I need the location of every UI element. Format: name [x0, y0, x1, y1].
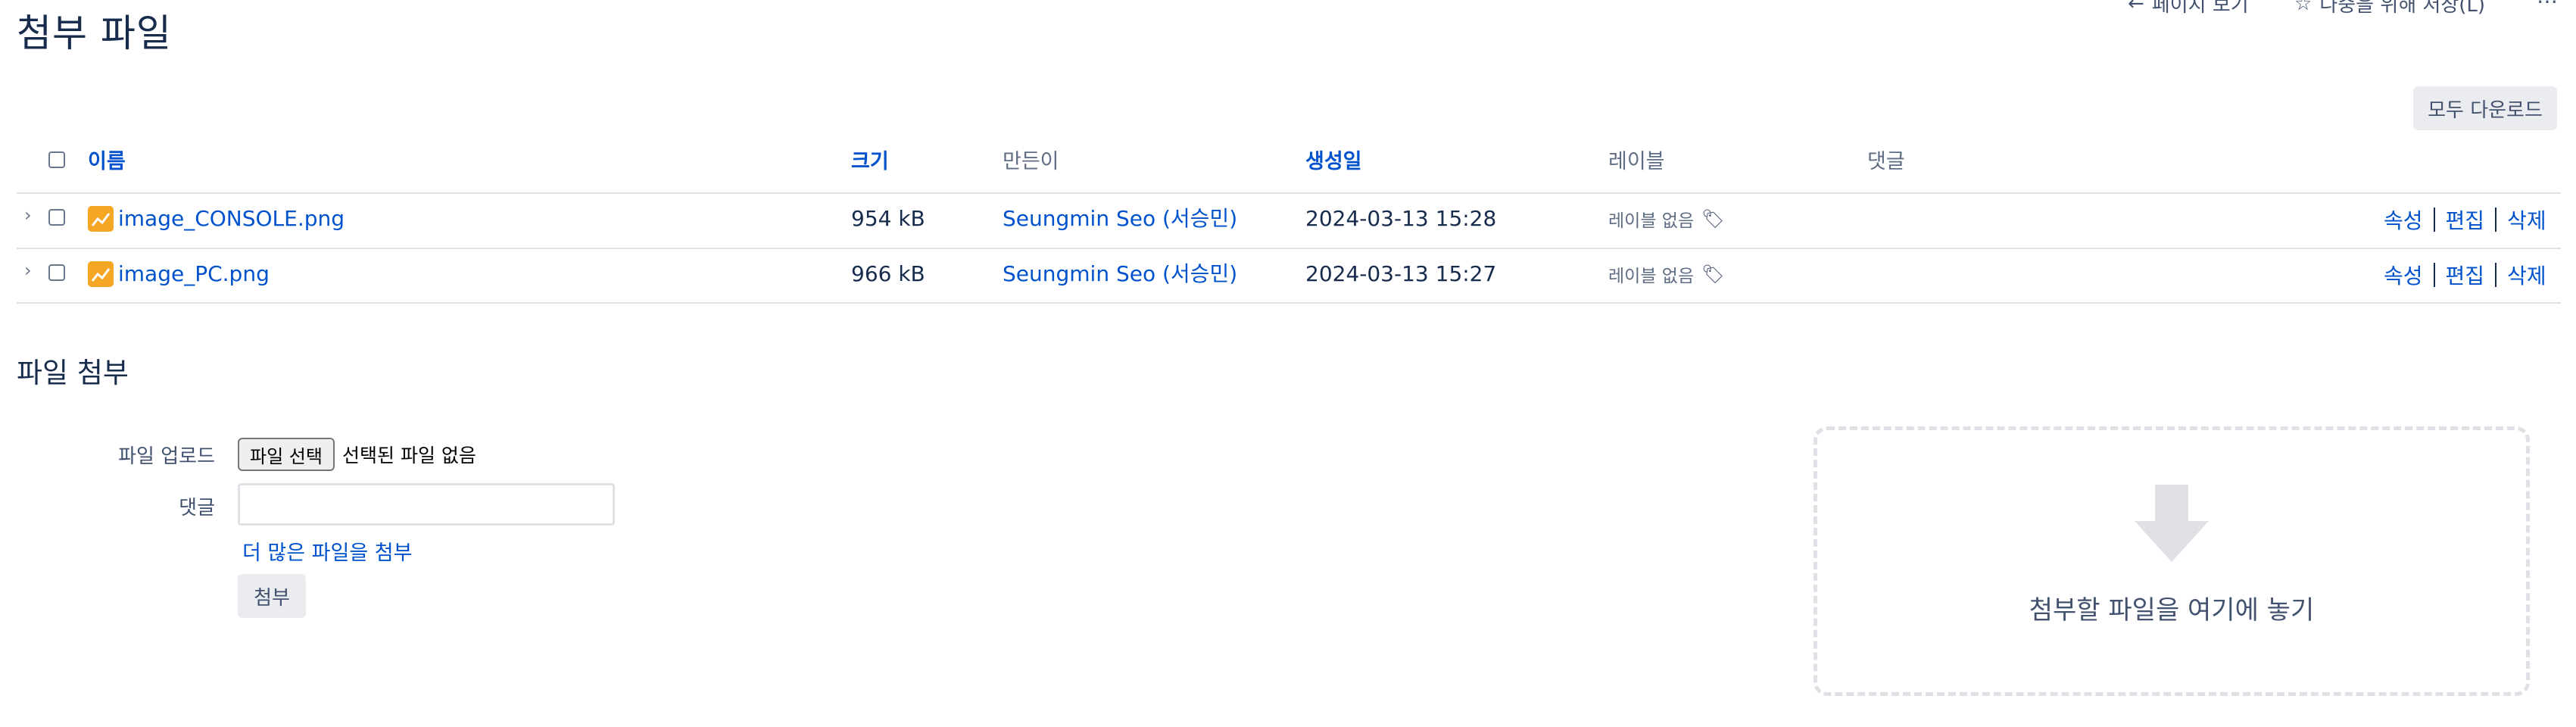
row-checkbox[interactable] — [48, 209, 65, 226]
view-page-link[interactable]: ← 페이지 보기 — [2128, 0, 2249, 17]
tag-icon[interactable]: 🏷 — [1701, 264, 1724, 285]
comment-field[interactable] — [238, 483, 615, 526]
file-size: 966 kB — [851, 261, 925, 286]
tag-icon[interactable]: 🏷 — [1701, 208, 1724, 229]
save-for-later-link[interactable]: ☆ 나중을 위해 저장(L) — [2294, 0, 2485, 17]
row-actions: 속성 편집 삭제 — [2384, 260, 2546, 290]
save-for-later-label: 나중을 위해 저장(L) — [2319, 0, 2486, 17]
file-size: 954 kB — [851, 206, 925, 231]
star-icon: ☆ — [2294, 0, 2312, 15]
label-cell: 레이블 없음 🏷 — [1608, 261, 1725, 287]
page-title: 첨부 파일 — [17, 11, 172, 55]
delete-link[interactable]: 삭제 — [2507, 204, 2546, 235]
file-name-link[interactable]: image_PC.png — [118, 260, 270, 289]
action-separator — [2495, 263, 2497, 287]
file-select-button[interactable]: 파일 선택 — [238, 438, 335, 471]
delete-link[interactable]: 삭제 — [2507, 260, 2546, 290]
arrow-down-icon — [2132, 485, 2212, 568]
drop-zone-text: 첨부할 파일을 여기에 놓기 — [2029, 595, 2315, 626]
select-all-checkbox[interactable] — [48, 151, 65, 168]
creator-link[interactable]: Seungmin Seo (서승민) — [1003, 204, 1237, 233]
action-separator — [2433, 263, 2435, 287]
table-header-divider — [17, 192, 2561, 194]
column-header-name[interactable]: 이름 — [88, 148, 126, 176]
column-header-created[interactable]: 생성일 — [1305, 148, 1362, 176]
image-file-icon — [88, 261, 114, 287]
attach-more-files-link[interactable]: 더 많은 파일을 첨부 — [242, 536, 412, 566]
row-divider — [17, 302, 2561, 304]
no-file-selected-text: 선택된 파일 없음 — [342, 445, 476, 466]
row-checkbox[interactable] — [48, 264, 65, 281]
properties-link[interactable]: 속성 — [2384, 260, 2423, 290]
label-cell: 레이블 없음 🏷 — [1608, 206, 1725, 232]
created-date: 2024-03-13 15:28 — [1305, 206, 1497, 231]
download-all-button[interactable]: 모두 다운로드 — [2413, 86, 2557, 130]
edit-link[interactable]: 편집 — [2446, 260, 2485, 290]
attach-section-title: 파일 첨부 — [17, 357, 129, 389]
row-actions: 속성 편집 삭제 — [2384, 204, 2546, 235]
edit-link[interactable]: 편집 — [2446, 204, 2485, 235]
creator-link[interactable]: Seungmin Seo (서승민) — [1003, 260, 1237, 289]
upload-label: 파일 업로드 — [118, 445, 215, 468]
chevron-right-icon[interactable]: › — [24, 260, 32, 281]
file-name-link[interactable]: image_CONSOLE.png — [118, 204, 345, 233]
row-divider — [17, 248, 2561, 249]
more-options-icon[interactable]: … — [2537, 0, 2558, 8]
no-label-text: 레이블 없음 — [1608, 211, 1695, 231]
view-page-label: 페이지 보기 — [2151, 0, 2249, 17]
created-date: 2024-03-13 15:27 — [1305, 261, 1497, 286]
image-file-icon — [88, 206, 114, 232]
column-header-creator: 만든이 — [1003, 150, 1059, 173]
column-header-labels: 레이블 — [1608, 150, 1665, 173]
arrow-left-icon: ← — [2128, 0, 2144, 15]
properties-link[interactable]: 속성 — [2384, 204, 2423, 235]
action-separator — [2433, 207, 2435, 232]
comment-label: 댓글 — [179, 497, 215, 520]
action-separator — [2495, 207, 2497, 232]
column-header-comments: 댓글 — [1867, 150, 1905, 173]
attach-button[interactable]: 첨부 — [238, 574, 306, 618]
no-label-text: 레이블 없음 — [1608, 267, 1695, 286]
column-header-size[interactable]: 크기 — [851, 148, 889, 176]
chevron-right-icon[interactable]: › — [24, 204, 32, 226]
